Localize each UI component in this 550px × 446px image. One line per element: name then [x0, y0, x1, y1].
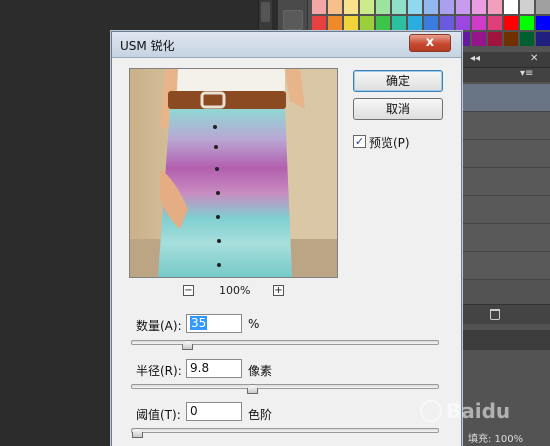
color-swatch[interactable]: [376, 0, 390, 14]
cancel-button[interactable]: 取消: [353, 98, 443, 120]
color-swatch[interactable]: [536, 32, 550, 46]
amount-slider[interactable]: [131, 340, 439, 350]
radius-unit: 像素: [248, 364, 273, 378]
color-swatch[interactable]: [392, 16, 406, 30]
color-swatch[interactable]: [520, 16, 534, 30]
threshold-value: 0: [190, 404, 198, 418]
layers-panel-header: ◂◂ ✕: [460, 52, 550, 68]
color-swatch[interactable]: [312, 16, 326, 30]
color-swatch[interactable]: [360, 0, 374, 14]
color-swatch[interactable]: [312, 0, 326, 14]
color-swatch[interactable]: [520, 32, 534, 46]
color-swatch[interactable]: [440, 16, 454, 30]
amount-label: 数量(A):: [136, 319, 182, 333]
amount-slider-thumb[interactable]: [182, 340, 194, 350]
unsharp-mask-dialog: USM 锐化 x − 100% + 确定 取消 ✓ 预览(P) 数量(A): 3…: [111, 31, 462, 446]
color-swatch[interactable]: [472, 0, 486, 14]
color-swatch[interactable]: [520, 0, 534, 14]
trash-icon[interactable]: [490, 309, 500, 320]
color-swatch[interactable]: [440, 0, 454, 14]
color-swatch[interactable]: [408, 0, 422, 14]
color-swatch[interactable]: [472, 32, 486, 46]
amount-field[interactable]: 35: [186, 314, 242, 333]
color-panel-icon[interactable]: [283, 10, 303, 30]
threshold-slider[interactable]: [131, 428, 439, 438]
color-swatch[interactable]: [488, 0, 502, 14]
adjustments-panel-header: [460, 330, 550, 350]
layer-row-selected[interactable]: [460, 84, 550, 112]
preview-checkbox-label: 预览(P): [369, 136, 410, 150]
color-swatch[interactable]: [456, 0, 470, 14]
radius-slider-thumb[interactable]: [247, 384, 259, 394]
radius-value: 9.8: [190, 361, 210, 375]
close-icon: x: [425, 35, 435, 50]
panel-menu-icon[interactable]: ▾≡: [520, 68, 533, 79]
layer-row[interactable]: [460, 196, 550, 224]
layers-panel-tab[interactable]: ▾≡: [460, 68, 550, 82]
dialog-title: USM 锐化: [120, 39, 175, 53]
preview-image: [130, 69, 337, 277]
ok-button[interactable]: 确定: [353, 70, 443, 92]
radius-slider[interactable]: [131, 384, 439, 394]
threshold-unit: 色阶: [248, 408, 273, 422]
scrollbar-thumb[interactable]: [261, 2, 270, 22]
close-button[interactable]: x: [409, 34, 451, 52]
layer-row[interactable]: [460, 168, 550, 196]
color-swatch[interactable]: [424, 0, 438, 14]
color-swatch[interactable]: [488, 32, 502, 46]
color-swatch[interactable]: [344, 0, 358, 14]
dialog-titlebar[interactable]: USM 锐化 x: [112, 32, 461, 58]
threshold-field[interactable]: 0: [186, 402, 242, 421]
watermark-logo: Baidu: [420, 395, 550, 427]
zoom-in-icon[interactable]: +: [273, 285, 284, 296]
amount-unit: %: [248, 317, 260, 331]
layer-row[interactable]: [460, 252, 550, 280]
color-swatch[interactable]: [360, 16, 374, 30]
threshold-label: 阈值(T):: [136, 408, 181, 422]
preview-pane[interactable]: [129, 68, 338, 278]
layer-row[interactable]: [460, 224, 550, 252]
color-swatch[interactable]: [344, 16, 358, 30]
radius-label: 半径(R):: [136, 364, 182, 378]
color-swatch[interactable]: [472, 16, 486, 30]
amount-value: 35: [190, 316, 208, 330]
color-swatch[interactable]: [376, 16, 390, 30]
color-swatch[interactable]: [504, 32, 518, 46]
layers-panel-footer: [460, 304, 550, 324]
color-swatch[interactable]: [392, 0, 406, 14]
color-swatch[interactable]: [536, 16, 550, 30]
fill-label: 填充: 100%: [468, 434, 524, 445]
color-swatch[interactable]: [488, 16, 502, 30]
zoom-out-icon[interactable]: −: [183, 285, 194, 296]
color-swatch[interactable]: [504, 16, 518, 30]
radius-field[interactable]: 9.8: [186, 359, 242, 378]
threshold-slider-thumb[interactable]: [132, 428, 143, 438]
layer-row[interactable]: [460, 112, 550, 140]
zoom-controls: − 100% +: [183, 284, 284, 298]
color-swatch[interactable]: [456, 16, 470, 30]
color-swatch[interactable]: [408, 16, 422, 30]
zoom-level: 100%: [219, 284, 251, 297]
color-swatch[interactable]: [536, 0, 550, 14]
collapse-icon[interactable]: ◂◂: [470, 53, 480, 64]
layer-row[interactable]: [460, 140, 550, 168]
close-panel-icon[interactable]: ✕: [530, 53, 538, 64]
checkbox-checked-icon[interactable]: ✓: [353, 135, 366, 148]
color-swatch[interactable]: [504, 0, 518, 14]
color-swatch[interactable]: [328, 0, 342, 14]
color-swatch[interactable]: [328, 16, 342, 30]
color-swatch[interactable]: [424, 16, 438, 30]
